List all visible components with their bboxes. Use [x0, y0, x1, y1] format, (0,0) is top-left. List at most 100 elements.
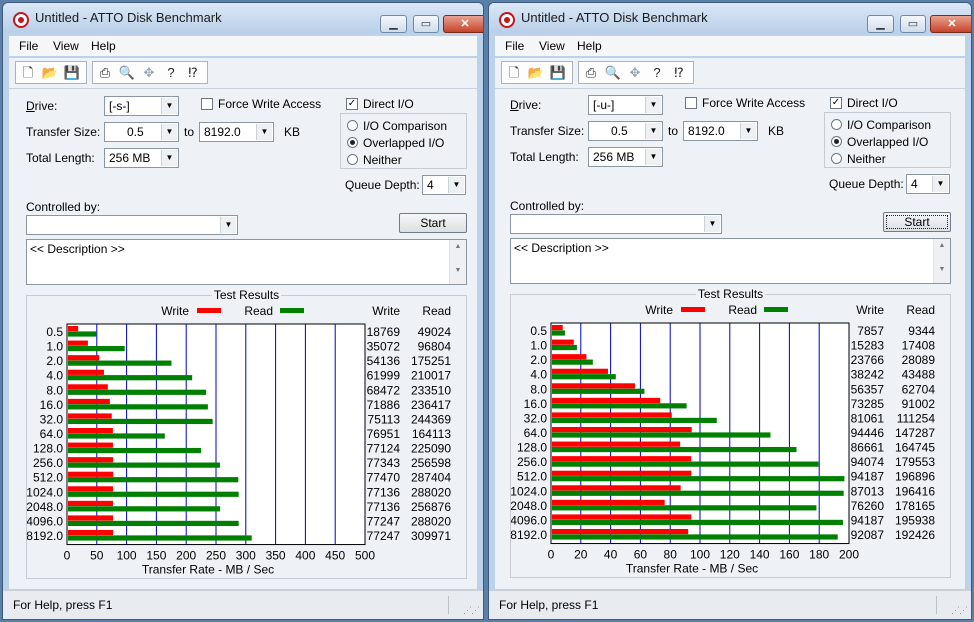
- write-value: 86661: [851, 441, 885, 455]
- neither-radio[interactable]: [347, 154, 358, 165]
- chevron-down-icon[interactable]: ▼: [704, 216, 720, 232]
- print-preview-icon[interactable]: 🔍: [603, 63, 623, 83]
- title-bar[interactable]: Untitled - ATTO Disk Benchmark ▁ ▭ ✕: [3, 3, 483, 33]
- close-button[interactable]: ✕: [930, 15, 971, 33]
- x-tick-label: 200: [839, 548, 859, 562]
- direct-io-checkbox[interactable]: ✓: [346, 98, 358, 110]
- total-length-select[interactable]: 256 MB ▼: [104, 148, 179, 168]
- context-help-icon[interactable]: ⁉: [183, 63, 203, 83]
- controlled-by-select[interactable]: ▼: [26, 215, 238, 235]
- menu-view[interactable]: View: [53, 39, 79, 53]
- queue-depth-select[interactable]: 4 ▼: [422, 175, 466, 195]
- x-tick-label: 0: [548, 548, 555, 562]
- print-preview-icon[interactable]: 🔍: [117, 63, 137, 83]
- save-icon[interactable]: 💾: [548, 63, 568, 83]
- chevron-down-icon[interactable]: ▼: [645, 149, 661, 165]
- neither-radio[interactable]: [831, 153, 842, 164]
- atto-app-icon[interactable]: [13, 12, 29, 28]
- atto-window-left: Untitled - ATTO Disk Benchmark ▁ ▭ ✕ Fil…: [2, 2, 484, 620]
- total-length-select[interactable]: 256 MB ▼: [588, 147, 663, 167]
- description-box[interactable]: << Description >> ▲ ▼: [26, 239, 467, 285]
- menu-help[interactable]: Help: [577, 39, 602, 53]
- io-comparison-label[interactable]: I/O Comparison: [847, 118, 931, 132]
- transfer-size-to-select[interactable]: 8192.0 ▼: [199, 122, 274, 142]
- force-write-access-label[interactable]: Force Write Access: [218, 97, 321, 111]
- write-bar: [68, 515, 114, 521]
- print-icon[interactable]: ⎙: [95, 63, 115, 83]
- neither-label[interactable]: Neither: [847, 152, 886, 166]
- help-icon[interactable]: ?: [161, 63, 181, 83]
- row-size-label: 4.0: [46, 369, 63, 383]
- move-icon[interactable]: ✥: [139, 63, 159, 83]
- transfer-size-from-select[interactable]: 0.5 ▼: [104, 122, 179, 142]
- chevron-down-icon[interactable]: ▼: [161, 124, 177, 140]
- overlapped-io-label[interactable]: Overlapped I/O: [847, 135, 928, 149]
- title-bar[interactable]: Untitled - ATTO Disk Benchmark ▁ ▭ ✕: [489, 3, 971, 33]
- io-comparison-label[interactable]: I/O Comparison: [363, 119, 447, 133]
- io-comparison-radio[interactable]: [347, 120, 358, 131]
- chevron-down-icon[interactable]: ▼: [645, 123, 661, 139]
- chevron-down-icon[interactable]: ▼: [740, 123, 756, 139]
- print-icon[interactable]: ⎙: [581, 63, 601, 83]
- drive-select[interactable]: [-s-] ▼: [104, 96, 179, 116]
- new-file-icon[interactable]: 🗋: [18, 63, 38, 83]
- minimize-button[interactable]: ▁: [380, 15, 407, 33]
- chevron-down-icon[interactable]: ▼: [932, 176, 948, 192]
- io-comparison-radio[interactable]: [831, 119, 842, 130]
- overlapped-io-radio[interactable]: [347, 137, 358, 148]
- chevron-down-icon[interactable]: ▼: [161, 98, 177, 114]
- open-folder-icon[interactable]: 📂: [40, 63, 60, 83]
- context-help-icon[interactable]: ⁉: [669, 63, 689, 83]
- menu-view[interactable]: View: [539, 39, 565, 53]
- transfer-size-to-select[interactable]: 8192.0 ▼: [683, 121, 758, 141]
- resize-grip-icon[interactable]: ⋰⋰: [951, 605, 968, 616]
- chevron-down-icon[interactable]: ▼: [161, 150, 177, 166]
- description-box[interactable]: << Description >> ▲ ▼: [510, 238, 951, 284]
- write-value: 87013: [851, 484, 885, 498]
- open-folder-icon[interactable]: 📂: [526, 63, 546, 83]
- menu-file[interactable]: File: [19, 39, 38, 53]
- write-bar: [552, 397, 661, 404]
- write-value: 71886: [367, 398, 401, 412]
- read-bar: [68, 404, 208, 410]
- legend-write-label: Write: [161, 304, 189, 318]
- resize-grip-icon[interactable]: ⋰⋰: [463, 605, 480, 616]
- overlapped-io-label[interactable]: Overlapped I/O: [363, 136, 444, 150]
- read-value: 288020: [411, 514, 451, 528]
- chevron-down-icon[interactable]: ▼: [256, 124, 272, 140]
- atto-app-icon[interactable]: [499, 12, 515, 28]
- chevron-down-icon[interactable]: ▼: [448, 177, 464, 193]
- maximize-button[interactable]: ▭: [900, 15, 926, 33]
- help-icon[interactable]: ?: [647, 63, 667, 83]
- direct-io-checkbox[interactable]: ✓: [830, 97, 842, 109]
- total-length-label: Total Length:: [26, 151, 95, 165]
- start-button[interactable]: Start: [883, 212, 951, 232]
- chevron-down-icon[interactable]: ▼: [645, 97, 661, 113]
- legend-read-label: Read: [244, 304, 273, 318]
- maximize-button[interactable]: ▭: [413, 15, 439, 33]
- force-write-access-label[interactable]: Force Write Access: [702, 96, 805, 110]
- direct-io-label[interactable]: Direct I/O: [363, 97, 414, 111]
- force-write-access-checkbox[interactable]: [201, 98, 213, 110]
- menu-file[interactable]: File: [505, 39, 524, 53]
- read-value: 147287: [895, 426, 935, 440]
- overlapped-io-radio[interactable]: [831, 136, 842, 147]
- drive-select[interactable]: [-u-] ▼: [588, 95, 663, 115]
- close-button[interactable]: ✕: [443, 15, 483, 33]
- new-file-icon[interactable]: 🗋: [504, 63, 524, 83]
- neither-label[interactable]: Neither: [363, 153, 402, 167]
- description-scrollbar[interactable]: ▲ ▼: [449, 240, 466, 284]
- move-icon[interactable]: ✥: [625, 63, 645, 83]
- direct-io-label[interactable]: Direct I/O: [847, 96, 898, 110]
- save-icon[interactable]: 💾: [62, 63, 82, 83]
- menu-help[interactable]: Help: [91, 39, 116, 53]
- queue-depth-select[interactable]: 4 ▼: [906, 174, 950, 194]
- minimize-button[interactable]: ▁: [867, 15, 894, 33]
- force-write-access-checkbox[interactable]: [685, 97, 697, 109]
- controlled-by-select[interactable]: ▼: [510, 214, 722, 234]
- description-scrollbar[interactable]: ▲ ▼: [933, 239, 950, 283]
- transfer-size-from-select[interactable]: 0.5 ▼: [588, 121, 663, 141]
- chevron-down-icon[interactable]: ▼: [220, 217, 236, 233]
- start-button[interactable]: Start: [399, 213, 467, 233]
- read-value: 244369: [411, 412, 451, 426]
